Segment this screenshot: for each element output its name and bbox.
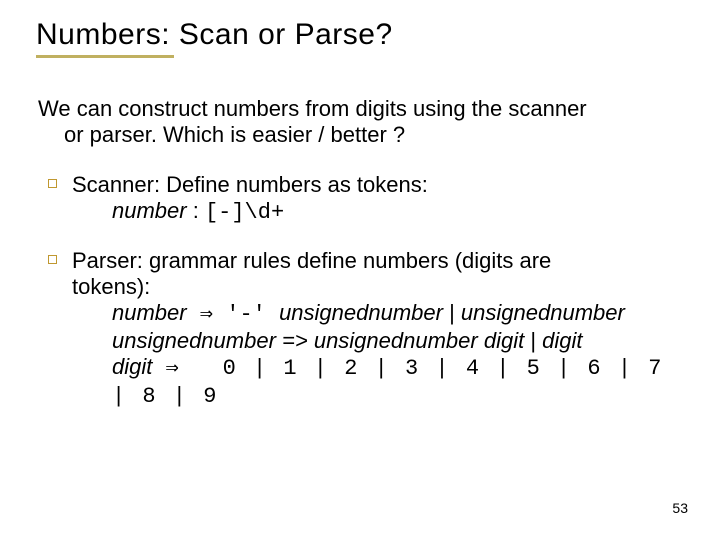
rule1-pipe: |: [443, 300, 461, 325]
scanner-colon: :: [187, 198, 205, 223]
rule2-pipe: |: [524, 328, 542, 353]
rule3-arrow: ⇒: [152, 356, 192, 381]
parser-rule-2: unsignednumber => unsignednumber digit |…: [72, 328, 684, 354]
rule1-rhs-c: unsignednumber: [461, 300, 625, 325]
page-number: 53: [672, 500, 688, 516]
parser-rule-1: number ⇒ '-' unsignednumber | unsignednu…: [72, 300, 684, 328]
rule1-rhs-a: '-': [226, 302, 279, 327]
rule3-lhs: digit: [112, 354, 152, 379]
square-bullet-icon: [48, 255, 57, 264]
scanner-rhs: [-]\d+: [205, 200, 284, 225]
bullet-item-parser: Parser: grammar rules define numbers (di…: [36, 248, 684, 410]
rule2-rhs-b: digit: [542, 328, 582, 353]
slide-body: We can construct numbers from digits usi…: [36, 96, 684, 410]
slide: Numbers: Scan or Parse? We can construct…: [0, 0, 720, 540]
title-underline: [36, 55, 174, 58]
rule2-arrow: =>: [276, 328, 314, 353]
bullet-item-scanner: Scanner: Define numbers as tokens: numbe…: [36, 172, 684, 226]
parser-lead-2: tokens):: [72, 274, 684, 300]
intro-paragraph: We can construct numbers from digits usi…: [36, 96, 684, 148]
scanner-lead: Scanner: Define numbers as tokens:: [72, 172, 428, 197]
rule1-rhs-b: unsignednumber: [279, 300, 443, 325]
parser-rule-3: digit ⇒ 0 | 1 | 2 | 3 | 4 | 5 | 6 | 7 | …: [72, 354, 684, 410]
scanner-rule: number : [-]\d+: [72, 198, 684, 226]
rule1-arrow: ⇒: [187, 302, 227, 327]
intro-line-2: or parser. Which is easier / better ?: [38, 122, 684, 148]
intro-line-1: We can construct numbers from digits usi…: [38, 96, 587, 121]
square-bullet-icon: [48, 179, 57, 188]
rule2-rhs-a: unsignednumber digit: [314, 328, 524, 353]
rule3-rhs: 0 | 1 | 2 | 3 | 4 | 5 | 6 | 7 | 8 | 9: [112, 356, 663, 409]
title-area: Numbers: Scan or Parse?: [36, 18, 684, 58]
parser-lead-1: Parser: grammar rules define numbers (di…: [72, 248, 551, 273]
rule1-lhs: number: [112, 300, 187, 325]
scanner-lhs: number: [112, 198, 187, 223]
slide-title: Numbers: Scan or Parse?: [36, 18, 684, 52]
rule2-lhs: unsignednumber: [112, 328, 276, 353]
